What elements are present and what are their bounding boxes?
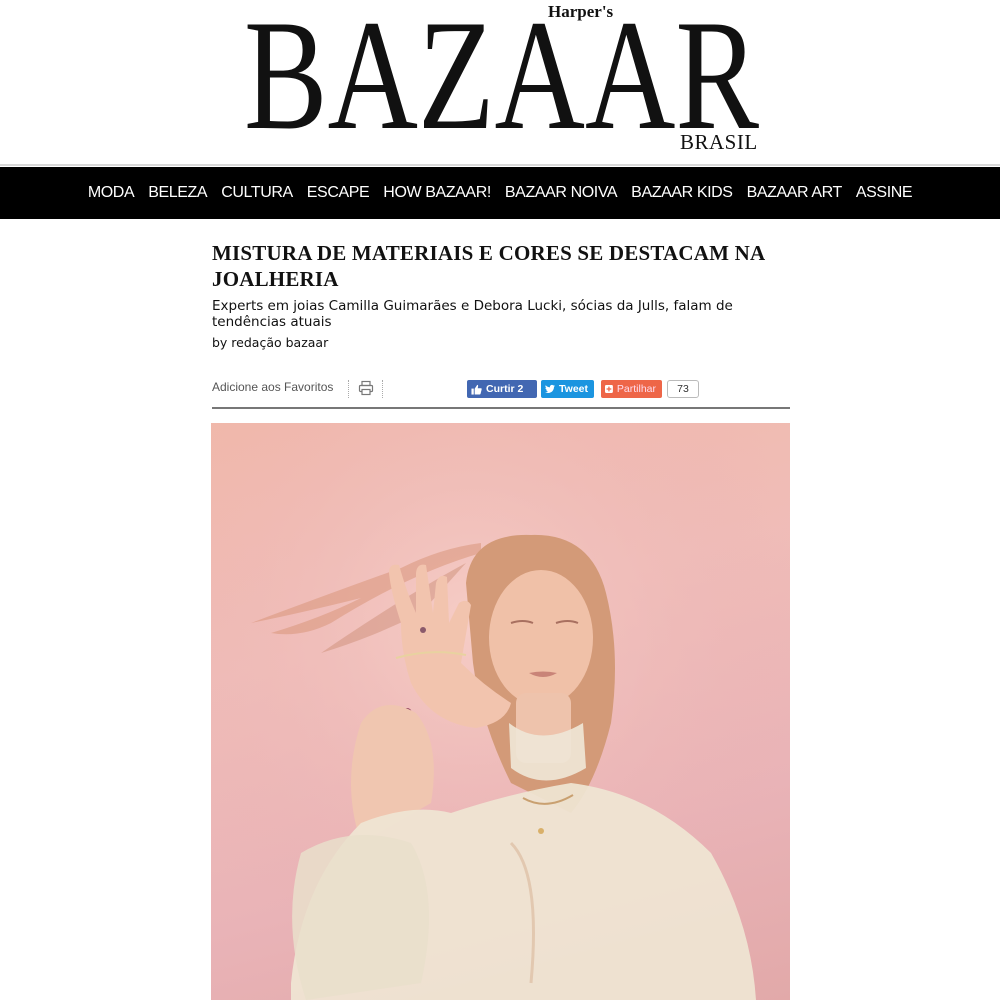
tweet-button[interactable]: Tweet [541,380,594,398]
nav-item-escape[interactable]: ESCAPE [300,184,377,202]
nav-item-how-bazaar[interactable]: HOW BAZAAR! [376,184,498,202]
svg-text:BAZAAR: BAZAAR [244,0,759,140]
toolbar-separator [348,380,350,398]
like-label: Curtir 2 [486,383,524,395]
masthead-divider [0,164,1000,166]
share-label: Partilhar [616,383,656,395]
article-byline: by redação bazaar [212,335,329,350]
article-headline: MISTURA DE MATERIAIS E CORES SE DESTACAM… [212,241,765,291]
facebook-like-button[interactable]: Curtir 2 [467,380,537,398]
nav-item-beleza[interactable]: BELEZA [141,184,214,202]
article-subheadline: Experts em joias Camilla Guimarães e Deb… [212,298,733,330]
add-favorites-link[interactable]: Adicione aos Favoritos [212,380,333,394]
nav-item-bazaar-noiva[interactable]: BAZAAR NOIVA [498,184,624,202]
logo-edition-text: BRASIL [680,130,758,154]
article-toolbar: Adicione aos Favoritos Curtir 2 Tweet Pa… [212,376,790,402]
thumbs-up-icon [471,384,482,395]
main-nav: MODA BELEZA CULTURA ESCAPE HOW BAZAAR! B… [0,167,1000,219]
tweet-label: Tweet [559,383,588,395]
plus-icon [605,385,613,393]
article-photo [211,423,790,1000]
nav-item-bazaar-kids[interactable]: BAZAAR KIDS [624,184,739,202]
article-header: MISTURA DE MATERIAIS E CORES SE DESTACAM… [212,240,790,350]
share-count-badge: 73 [667,380,699,398]
toolbar-divider [212,407,790,409]
model-photo-illustration [211,423,790,1000]
bazaar-logo[interactable]: BAZAAR [244,0,764,140]
nav-item-cultura[interactable]: CULTURA [214,184,300,202]
logo-harpers-text: Harper's [548,2,614,21]
share-button[interactable]: Partilhar [601,380,662,398]
nav-item-assine[interactable]: ASSINE [849,184,919,202]
toolbar-separator [382,380,384,398]
print-icon[interactable] [358,380,374,396]
nav-item-moda[interactable]: MODA [81,184,141,202]
masthead: BAZAAR Harper's BRASIL [0,0,1000,166]
twitter-bird-icon [545,384,556,393]
nav-item-bazaar-art[interactable]: BAZAAR ART [740,184,849,202]
